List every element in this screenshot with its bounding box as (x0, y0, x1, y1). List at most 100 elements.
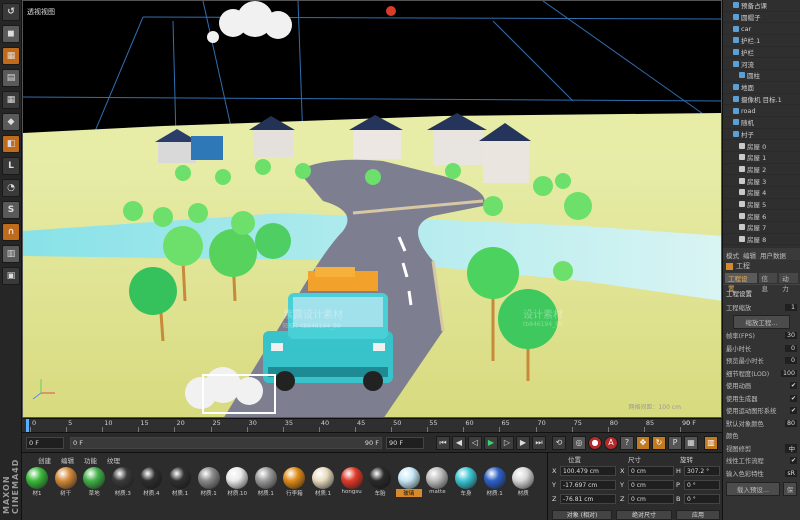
subtab-project-settings[interactable]: 工程设置 (725, 273, 757, 293)
viewport-label[interactable]: 透视视图 (25, 7, 57, 17)
key-select-icon[interactable]: ◎ (572, 436, 586, 450)
axis-icon[interactable]: L (2, 157, 20, 175)
menu-texture[interactable]: 纹理 (107, 455, 120, 465)
size-y-field[interactable]: 0 cm (628, 480, 674, 490)
object-row[interactable]: 房屋 6 (723, 210, 800, 223)
undo-icon[interactable]: ↺ (2, 3, 20, 21)
object-row[interactable]: road (723, 105, 800, 117)
load-preset-button[interactable]: 载入预设... (726, 481, 780, 496)
object-row[interactable]: 村子 (723, 129, 800, 141)
object-row[interactable]: 房屋 4 (723, 187, 800, 199)
attr-value[interactable]: 0 (785, 357, 797, 365)
object-row[interactable]: 摄像机 目标.1 (723, 94, 800, 106)
attr-tab-edit[interactable]: 编辑 (743, 250, 756, 260)
object-row[interactable]: 房屋 0 (723, 140, 800, 152)
attr-checkbox[interactable]: ✔ (790, 394, 797, 402)
object-row[interactable]: 圆柱 (723, 70, 800, 82)
next-key-icon[interactable]: ▶ (516, 436, 530, 450)
timeline-window-icon[interactable]: ▥ (704, 436, 718, 450)
rotate-key-icon[interactable]: ↻ (652, 436, 666, 450)
autokey-icon[interactable]: A (604, 436, 618, 450)
size-z-field[interactable]: 0 cm (628, 494, 674, 504)
magnet-icon[interactable]: ∩ (2, 223, 20, 241)
preview-range-bar[interactable]: 0 F 90 F (70, 437, 382, 449)
object-row[interactable]: 地面 (723, 82, 800, 94)
material-swatch[interactable]: 行李箱 (281, 467, 307, 497)
texture-icon[interactable]: ▤ (2, 69, 20, 87)
goto-end-icon[interactable]: ⏭ (532, 436, 546, 450)
key-icon[interactable]: ? (620, 436, 634, 450)
position-y-field[interactable]: -17.697 cm (560, 480, 616, 490)
move-key-icon[interactable]: ✥ (636, 436, 650, 450)
subtab-info[interactable]: 信息 (758, 273, 778, 293)
param-key-icon[interactable]: P (668, 436, 682, 450)
end-frame-field[interactable]: 90 F (386, 437, 424, 449)
object-row[interactable]: 房屋 7 (723, 222, 800, 234)
next-frame-icon[interactable]: ▷ (500, 436, 514, 450)
attr-value[interactable]: 中 (785, 443, 797, 453)
object-row[interactable]: 房屋 5 (723, 199, 800, 211)
rotation-b-field[interactable]: 0 ° (684, 494, 720, 504)
workplane-icon[interactable]: ▥ (2, 245, 20, 263)
material-swatch[interactable]: matte (424, 467, 450, 497)
object-row[interactable]: 护栏 (723, 47, 800, 59)
rotation-p-field[interactable]: 0 ° (684, 480, 720, 490)
material-swatch[interactable]: 玻璃 (395, 467, 422, 497)
material-swatch[interactable]: 材1 (24, 467, 50, 497)
playhead[interactable] (26, 419, 29, 433)
object-row[interactable]: 护栏.1 (723, 35, 800, 47)
menu-function[interactable]: 功能 (84, 455, 97, 465)
pla-key-icon[interactable]: ▦ (684, 436, 698, 450)
material-swatch[interactable]: 材质.1 (253, 467, 279, 497)
material-swatch[interactable]: 材质 (510, 467, 536, 497)
lock-icon[interactable]: ▣ (2, 267, 20, 285)
material-swatch[interactable]: 树干 (53, 467, 79, 497)
menu-edit[interactable]: 编辑 (61, 455, 74, 465)
attr-value[interactable]: sR (785, 469, 797, 477)
checker-icon[interactable]: ▦ (2, 47, 20, 65)
apply-button[interactable]: 应用 (676, 510, 720, 520)
rotation-h-field[interactable]: 307.2 ° (684, 466, 720, 476)
material-swatch[interactable]: 材质.1 (196, 467, 222, 497)
material-swatch[interactable]: 车胎 (367, 467, 393, 497)
material-swatch[interactable]: 材质.1 (167, 467, 193, 497)
cube-icon[interactable]: ◼ (2, 25, 20, 43)
material-swatch[interactable]: 材质.4 (138, 467, 164, 497)
model-icon[interactable]: ◆ (2, 113, 20, 131)
timeline-ruler[interactable]: 0 F 0 5 10 15 20 25 30 35 40 45 50 55 60 65 70 75 80 85 90 (22, 418, 722, 433)
object-row[interactable]: 房屋 2 (723, 164, 800, 176)
material-swatch[interactable]: 草地 (81, 467, 107, 497)
goto-start-icon[interactable]: ⏮ (436, 436, 450, 450)
object-row[interactable]: 房屋 1 (723, 152, 800, 164)
object-row[interactable]: 房屋 8 (723, 234, 800, 246)
material-swatch[interactable]: hongsu (339, 467, 365, 497)
size-x-field[interactable]: 0 cm (628, 466, 674, 476)
object-row[interactable]: car (723, 23, 800, 36)
attr-checkbox[interactable]: ✔ (790, 457, 797, 465)
attr-tab-mode[interactable]: 模式 (726, 250, 739, 260)
subtab-dynamics[interactable]: 动力 (779, 273, 798, 293)
prev-frame-icon[interactable]: ◁ (468, 436, 482, 450)
object-mode-icon[interactable]: ◧ (2, 135, 20, 153)
material-swatch[interactable]: 车身 (453, 467, 479, 497)
position-x-field[interactable]: 100.479 cm (560, 466, 616, 476)
object-row[interactable]: 房屋 3 (723, 175, 800, 187)
object-row[interactable]: 预备占课 (723, 0, 800, 12)
material-swatch[interactable]: 材质.1 (310, 467, 336, 497)
material-swatch[interactable]: 材质.3 (110, 467, 136, 497)
prev-key-icon[interactable]: ◀ (452, 436, 466, 450)
perspective-viewport[interactable]: 透视视图 紫露设计素材 旺旺：tb846194_99 设计素材 tb846194… (22, 0, 722, 418)
grid-icon[interactable]: ▦ (2, 91, 20, 109)
attr-value[interactable]: 100 (780, 369, 797, 377)
material-swatch[interactable]: 材质.1 (482, 467, 508, 497)
coord-mode-select[interactable]: 对象 (相对) (552, 510, 612, 520)
attr-value[interactable]: 1 (785, 303, 797, 311)
attr-checkbox[interactable]: ✔ (790, 407, 797, 415)
attr-value[interactable]: 30 (784, 332, 797, 340)
snap-icon[interactable]: S (2, 201, 20, 219)
save-preset-button[interactable]: 保 (783, 481, 797, 496)
menu-create[interactable]: 创建 (38, 455, 51, 465)
attr-checkbox[interactable]: ✔ (790, 382, 797, 390)
object-row[interactable]: 河流 (723, 58, 800, 71)
attr-value[interactable]: 0 (785, 344, 797, 352)
